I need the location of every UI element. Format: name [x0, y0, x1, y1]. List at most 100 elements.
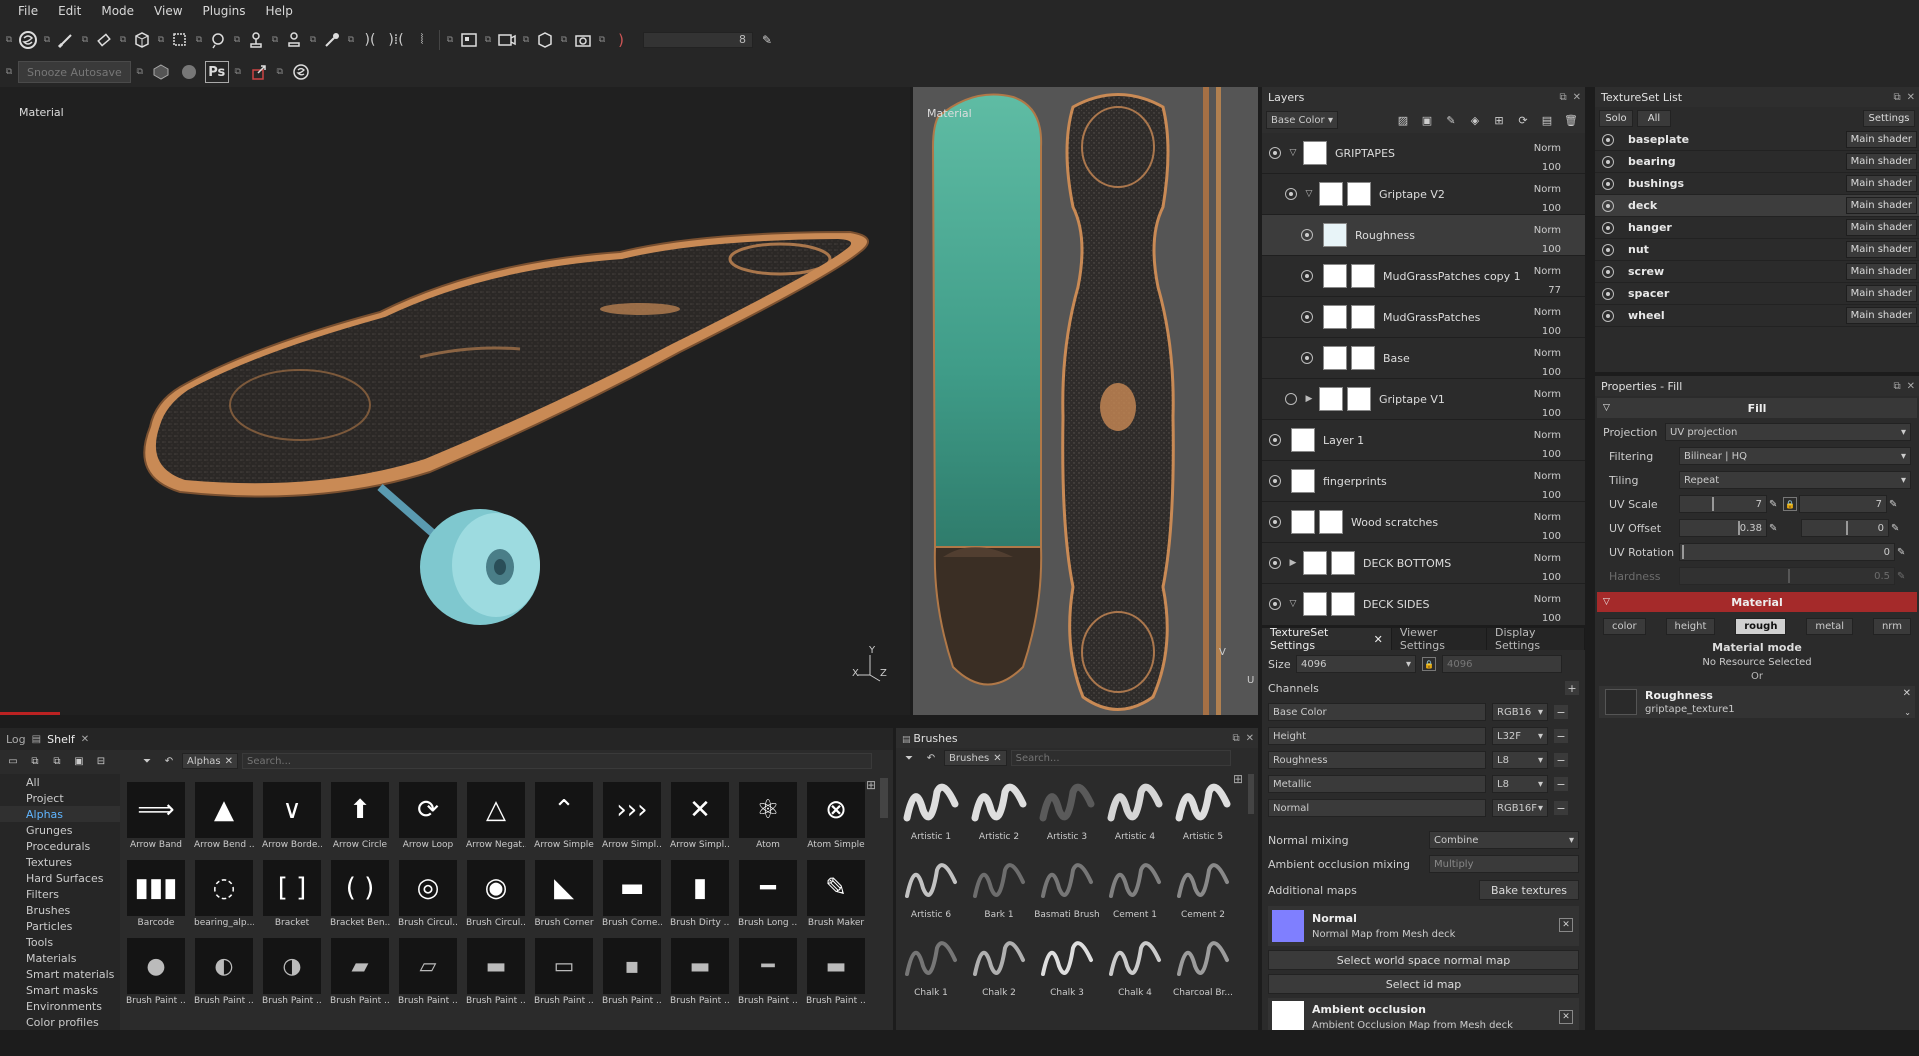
- filtering-select[interactable]: Bilinear | HQ ▾: [1679, 447, 1911, 465]
- textureset-row[interactable]: baseplate Main shader: [1595, 129, 1919, 151]
- shelf-alpha-item[interactable]: ▮ Brush Dirty ...: [670, 860, 730, 928]
- folder-icon[interactable]: ▤: [1537, 108, 1557, 132]
- slider-handle[interactable]: [1712, 497, 1714, 511]
- popout-icon[interactable]: ⧉: [232, 28, 242, 52]
- popout-icon[interactable]: ⧉: [1893, 381, 1900, 392]
- shelf-category[interactable]: Particles: [0, 918, 120, 934]
- shelf-category[interactable]: Color profiles: [0, 1014, 120, 1030]
- shelf-search-input[interactable]: [242, 753, 873, 769]
- visibility-eye-icon[interactable]: [1269, 557, 1281, 569]
- folder-closed-icon[interactable]: ▶: [1303, 393, 1315, 405]
- symmetry-radial-icon[interactable]: )⁞(: [384, 28, 408, 52]
- material-section-header[interactable]: ▽ Material: [1597, 592, 1917, 612]
- shelf-alpha-item[interactable]: ▭ Brush Paint ...: [534, 938, 594, 1006]
- channel-chip-color[interactable]: color: [1603, 618, 1646, 635]
- normal-mixing-select[interactable]: Combine ▾: [1429, 831, 1579, 849]
- mask-thumbnail[interactable]: [1351, 305, 1375, 329]
- pencil-icon[interactable]: ✎: [1769, 523, 1783, 534]
- shelf-category[interactable]: Hard Surfaces: [0, 870, 120, 886]
- visibility-eye-icon[interactable]: [1301, 229, 1313, 241]
- shelf-alpha-item[interactable]: ◌ bearing_alp...: [194, 860, 254, 928]
- bake-textures-button[interactable]: Bake textures: [1479, 880, 1579, 900]
- popout-icon[interactable]: ⧉: [135, 60, 145, 84]
- brush-item[interactable]: Cement 2: [1170, 850, 1236, 920]
- fill-section-header[interactable]: ▽ Fill: [1597, 398, 1917, 418]
- menu-view[interactable]: View: [144, 4, 192, 18]
- shelf-alpha-item[interactable]: ⌃ Arrow Simple: [534, 782, 594, 850]
- delete-icon[interactable]: 🗑: [1561, 108, 1581, 132]
- shelf-category[interactable]: Smart masks: [0, 982, 120, 998]
- shelf-alpha-item[interactable]: ▬ Brush Paint ...: [806, 938, 866, 1006]
- substance-share-icon[interactable]: [149, 60, 173, 84]
- tab-log[interactable]: Log: [6, 733, 26, 746]
- folder-closed-icon[interactable]: ▶: [1287, 557, 1299, 569]
- textureset-row[interactable]: hanger Main shader: [1595, 217, 1919, 239]
- channel-format-select[interactable]: L8 ▾: [1492, 751, 1548, 769]
- viewport-3d[interactable]: Material Y X Z: [0, 87, 910, 715]
- collapse-icon[interactable]: ⊟: [92, 749, 110, 773]
- eraser-icon[interactable]: [92, 28, 116, 52]
- shelf-alpha-item[interactable]: ━ Brush Long ...: [738, 860, 798, 928]
- brush-item[interactable]: Artistic 1: [898, 772, 964, 842]
- remove-channel-icon[interactable]: −: [1554, 705, 1568, 719]
- layer-blend-opacity[interactable]: Norm 100: [1534, 590, 1561, 623]
- shelf-alpha-item[interactable]: ▪ Brush Paint ...: [602, 938, 662, 1006]
- visibility-eye-icon[interactable]: [1301, 311, 1313, 323]
- brush-item[interactable]: Artistic 5: [1170, 772, 1236, 842]
- chevron-down-icon[interactable]: ⌄: [1904, 708, 1911, 717]
- brush-item[interactable]: Chalk 4: [1102, 928, 1168, 998]
- select-id-map-button[interactable]: Select id map: [1268, 974, 1579, 994]
- normal-map-slot[interactable]: Normal Normal Map from Mesh deck ✕: [1268, 906, 1579, 946]
- shader-select[interactable]: Main shader: [1845, 285, 1917, 302]
- shelf-alpha-item[interactable]: △ Arrow Negat...: [466, 782, 526, 850]
- brushes-filter-tag[interactable]: Brushes ✕: [944, 750, 1007, 766]
- color-picker-icon[interactable]: [320, 28, 344, 52]
- layer-thumbnail[interactable]: [1303, 592, 1327, 616]
- folder-icon[interactable]: ▭: [4, 749, 22, 773]
- layer-thumbnail[interactable]: [1323, 346, 1347, 370]
- shelf-category[interactable]: Environments: [0, 998, 120, 1014]
- shelf-alpha-item[interactable]: ⊗ Atom Simple: [806, 782, 866, 850]
- brush-item[interactable]: Artistic 3: [1034, 772, 1100, 842]
- add-layer-icon[interactable]: ⊞: [1489, 108, 1509, 132]
- popout-icon[interactable]: ⧉: [1232, 733, 1239, 744]
- shelf-category[interactable]: Brushes: [0, 902, 120, 918]
- popout-icon[interactable]: ⧉: [156, 28, 166, 52]
- shader-select[interactable]: Main shader: [1845, 307, 1917, 324]
- visibility-eye-icon[interactable]: [1285, 188, 1297, 200]
- shelf-alpha-item[interactable]: ( ) Bracket Ben...: [330, 860, 390, 928]
- new-shelf-icon[interactable]: ⧉: [48, 749, 66, 773]
- visibility-eye-icon[interactable]: [1301, 352, 1313, 364]
- channel-chip-rough[interactable]: rough: [1735, 618, 1787, 635]
- channel-select[interactable]: Base Color ▾: [1266, 111, 1338, 129]
- channel-format-select[interactable]: RGB16 ▾: [1492, 703, 1548, 721]
- layer-row[interactable]: Wood scratches Norm 100: [1262, 502, 1585, 543]
- clear-normal-map-icon[interactable]: ✕: [1559, 918, 1573, 932]
- shelf-alpha-item[interactable]: ▰ Brush Paint ...: [330, 938, 390, 1006]
- add-channel-icon[interactable]: +: [1565, 681, 1579, 695]
- layer-thumbnail[interactable]: [1323, 305, 1347, 329]
- layer-row[interactable]: Base Norm 100: [1262, 338, 1585, 379]
- visibility-eye-icon[interactable]: [1602, 155, 1614, 168]
- shelf-category[interactable]: Textures: [0, 854, 120, 870]
- visibility-eye-icon[interactable]: [1602, 309, 1614, 322]
- shelf-alpha-item[interactable]: ⟳ Arrow Loop: [398, 782, 458, 850]
- slider-handle[interactable]: [1682, 545, 1684, 559]
- popout-icon[interactable]: ⧉: [559, 28, 569, 52]
- mask-thumbnail[interactable]: [1331, 592, 1355, 616]
- popout-icon[interactable]: ⧉: [483, 28, 493, 52]
- brush-item[interactable]: Artistic 2: [966, 772, 1032, 842]
- brush-size-symmetry-icon[interactable]: ): [609, 28, 633, 52]
- visibility-eye-icon[interactable]: [1269, 434, 1281, 446]
- all-button[interactable]: All: [1637, 109, 1671, 127]
- layer-thumbnail[interactable]: [1323, 223, 1347, 247]
- layer-thumbnail[interactable]: [1291, 510, 1315, 534]
- import-icon[interactable]: ⧉: [26, 749, 44, 773]
- paint-brush-icon[interactable]: [54, 28, 78, 52]
- layer-blend-opacity[interactable]: Norm 100: [1534, 221, 1561, 259]
- menu-file[interactable]: File: [8, 4, 48, 18]
- tiling-select[interactable]: Repeat ▾: [1679, 471, 1911, 489]
- folder-open-icon[interactable]: ▽: [1287, 598, 1299, 610]
- shader-select[interactable]: Main shader: [1845, 197, 1917, 214]
- alphas-filter-tag[interactable]: Alphas ✕: [182, 753, 239, 769]
